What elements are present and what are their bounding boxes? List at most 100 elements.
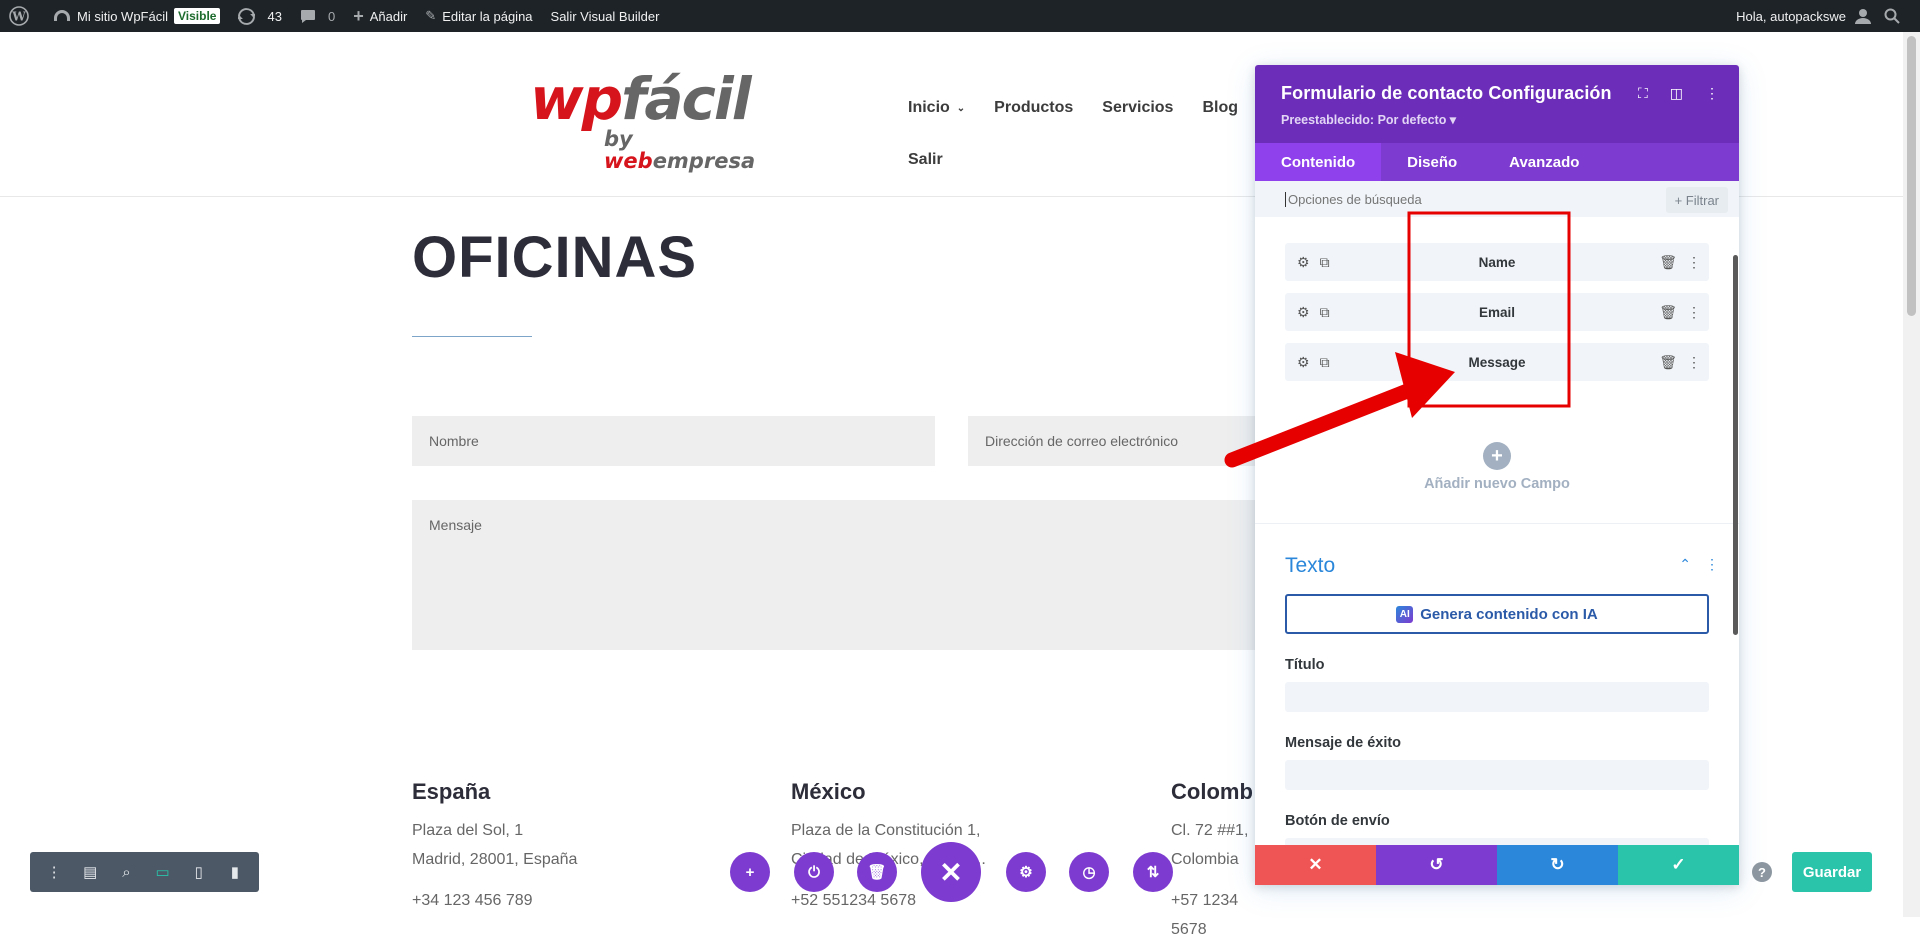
trash-icon[interactable]: 🗑 [1659, 354, 1677, 371]
search-icon[interactable] [1878, 0, 1906, 32]
field-item-email[interactable]: ⚙ ⧉ Email 🗑 ⋮ [1285, 293, 1709, 331]
duplicate-icon[interactable]: ⧉ [1320, 304, 1330, 321]
ai-button-label: Genera contenido con IA [1420, 605, 1598, 623]
visibility-badge: Visible [174, 8, 221, 24]
panel-scrollbar[interactable] [1733, 255, 1738, 635]
more-options-icon[interactable]: ⋮ [1705, 85, 1719, 102]
panel-header[interactable]: Formulario de contacto Configuración Pre… [1255, 65, 1739, 143]
history-icon: ◷ [1082, 864, 1096, 881]
expand-icon[interactable]: ⛶ [1638, 85, 1648, 102]
redo-icon: ↻ [1550, 855, 1565, 874]
phone-view-icon[interactable]: ▮ [221, 863, 249, 881]
undo-button[interactable]: ↺ [1376, 845, 1497, 885]
nav-item-servicios[interactable]: Servicios [1102, 99, 1173, 117]
nav-item-blog[interactable]: Blog [1202, 99, 1238, 117]
nav-label: Salir [908, 151, 943, 168]
tab-contenido[interactable]: Contenido [1255, 143, 1382, 181]
trash-icon[interactable]: 🗑 [1659, 304, 1677, 321]
more-options-icon[interactable]: ⋮ [40, 863, 68, 881]
options-search-bar: + Filtrar [1255, 181, 1739, 217]
nav-label: Inicio [908, 99, 950, 116]
updates-menu[interactable]: 43 [229, 0, 290, 32]
add-new-field-button[interactable]: + Añadir nuevo Campo [1255, 442, 1739, 492]
duplicate-icon[interactable]: ⧉ [1320, 254, 1330, 271]
office-address-line1: Plaza del Sol, 1 [412, 822, 524, 839]
options-search-input[interactable] [1285, 191, 1605, 207]
more-options-icon[interactable]: ⋮ [1705, 556, 1719, 573]
split-view-icon[interactable]: ◫ [1670, 85, 1683, 102]
desktop-view-icon[interactable]: ▭ [149, 863, 177, 881]
gear-icon[interactable]: ⚙ [1297, 354, 1310, 371]
nav-item-productos[interactable]: Productos [994, 99, 1073, 117]
builder-view-bar: ⋮ ▤ ⌕ ▭ ▯ ▮ [30, 852, 259, 892]
plus-icon: + [745, 863, 755, 881]
guardar-button[interactable]: Guardar [1792, 852, 1872, 892]
office-address-line1: Plaza de la Constitución 1, [791, 822, 981, 839]
portability-fab[interactable]: ⇅ [1133, 852, 1173, 892]
power-fab[interactable]: ⏻ [794, 852, 834, 892]
contact-message-field[interactable]: Mensaje [412, 500, 1268, 650]
more-options-icon[interactable]: ⋮ [1687, 354, 1701, 371]
add-module-fab[interactable]: + [730, 852, 770, 892]
comments-menu[interactable]: 0 [291, 0, 344, 32]
settings-fab[interactable]: ⚙ [1006, 852, 1046, 892]
office-block-spain: España Plaza del Sol, 1 Madrid, 28001, E… [412, 778, 772, 915]
field-item-message[interactable]: ⚙ ⧉ Message 🗑 ⋮ [1285, 343, 1709, 381]
nav-item-salir[interactable]: Salir [908, 151, 943, 169]
gear-icon[interactable]: ⚙ [1297, 254, 1310, 271]
scrollbar-thumb[interactable] [1907, 36, 1916, 316]
more-options-icon[interactable]: ⋮ [1687, 254, 1701, 271]
redo-button[interactable]: ↻ [1497, 845, 1618, 885]
svg-text:W: W [11, 10, 26, 24]
discard-button[interactable]: ✕ [1255, 845, 1376, 885]
account-menu[interactable]: Hola, autopackswe [1730, 0, 1878, 32]
close-icon: ✕ [939, 856, 963, 888]
close-fab[interactable]: ✕ [921, 842, 981, 902]
tab-avanzado[interactable]: Avanzado [1483, 143, 1605, 181]
delete-fab[interactable]: 🗑 [857, 852, 897, 892]
success-message-input[interactable] [1285, 760, 1709, 790]
generate-ai-content-button[interactable]: AI Genera contenido con IA [1285, 594, 1709, 634]
updates-icon [238, 7, 256, 25]
history-fab[interactable]: ◷ [1069, 852, 1109, 892]
filter-button[interactable]: + Filtrar [1665, 187, 1728, 213]
gear-icon[interactable]: ⚙ [1297, 304, 1310, 321]
edit-page-link[interactable]: ✎ Editar la página [416, 0, 541, 32]
preset-selector[interactable]: Preestablecido: Por defecto ▾ [1281, 112, 1713, 127]
option-label-titulo: Título [1285, 657, 1325, 673]
site-name-menu[interactable]: Mi sitio WpFácil Visible [44, 0, 229, 32]
save-changes-button[interactable]: ✓ [1618, 845, 1739, 885]
tablet-view-icon[interactable]: ▯ [185, 863, 213, 881]
chevron-up-icon[interactable]: ⌃ [1679, 556, 1691, 573]
duplicate-icon[interactable]: ⧉ [1320, 354, 1330, 371]
contact-name-field[interactable]: Nombre [412, 416, 935, 466]
add-field-label: Añadir nuevo Campo [1424, 476, 1570, 492]
add-new-menu[interactable]: + Añadir [344, 0, 416, 32]
tab-diseno[interactable]: Diseño [1381, 143, 1483, 181]
site-logo[interactable]: wpfácil by webempresa [530, 70, 770, 172]
office-address-line2: Madrid, 28001, España [412, 851, 578, 868]
exit-visual-builder-link[interactable]: Salir Visual Builder [542, 0, 669, 32]
wordpress-logo-icon[interactable]: W [0, 0, 44, 32]
field-item-name[interactable]: ⚙ ⧉ Name 🗑 ⋮ [1285, 243, 1709, 281]
layers-icon[interactable]: ▤ [76, 863, 104, 881]
close-icon: ✕ [1308, 855, 1323, 874]
dashboard-icon [54, 10, 70, 21]
titulo-input[interactable] [1285, 682, 1709, 712]
page-scrollbar[interactable] [1903, 32, 1920, 917]
user-avatar-icon [1855, 9, 1871, 24]
contact-email-field[interactable]: Dirección de correo electrónico [968, 416, 1268, 466]
nav-item-inicio[interactable]: Inicio ⌄ [908, 99, 965, 117]
help-button[interactable]: ? [1752, 862, 1772, 882]
field-item-label: Message [1468, 354, 1526, 370]
zoom-icon[interactable]: ⌕ [112, 864, 140, 881]
office-country: México [791, 779, 866, 804]
office-phone: +57 1234 5678 [1171, 892, 1239, 938]
section-title[interactable]: Texto [1285, 554, 1709, 578]
more-options-icon[interactable]: ⋮ [1687, 304, 1701, 321]
field-item-label: Name [1478, 254, 1516, 270]
check-icon: ✓ [1671, 855, 1686, 874]
trash-icon[interactable]: 🗑 [1659, 254, 1677, 271]
option-label-boton-envio: Botón de envío [1285, 813, 1390, 829]
plus-icon: + [353, 5, 364, 26]
